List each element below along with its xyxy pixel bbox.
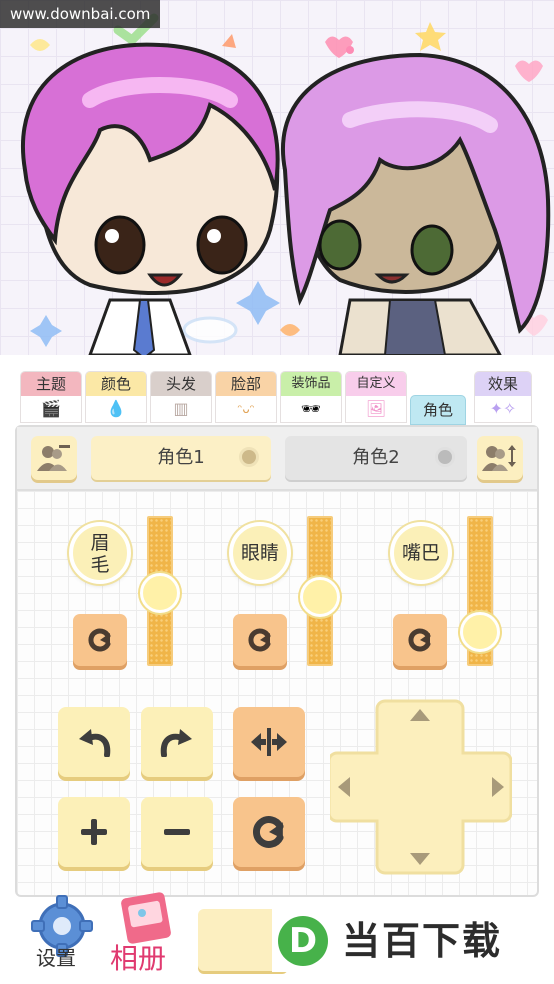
rotate-icon (253, 816, 284, 848)
mouth-label-badge: 嘴巴 (390, 522, 452, 584)
album-button[interactable]: 相册 (108, 891, 188, 979)
tab-color-label: 颜色 (86, 372, 146, 396)
character-selector-bar: 角色1 角色2 (17, 427, 537, 491)
character-1-button[interactable]: 角色1 (91, 436, 271, 480)
plus-icon (81, 819, 107, 845)
eyes-reset-button[interactable] (233, 614, 287, 666)
character-list-button[interactable] (31, 436, 77, 480)
character-1-radio (239, 447, 259, 467)
tab-effects-label: 效果 (475, 372, 531, 396)
character-2-button[interactable]: 角色2 (285, 436, 467, 480)
eyebrow-label-badge: 眉 毛 (69, 522, 131, 584)
divider (0, 355, 554, 369)
character-2-label: 角色2 (352, 447, 400, 468)
undo-arrow-icon (79, 729, 111, 757)
eyebrow-label-line-2: 毛 (90, 554, 110, 576)
character-1-label: 角色1 (157, 447, 205, 468)
clapperboard-icon: 🎬 (41, 399, 61, 418)
tab-theme[interactable]: 主题 🎬 (20, 371, 82, 423)
tab-color[interactable]: 颜色 💧 (85, 371, 147, 423)
eyes-slider-knob[interactable] (300, 577, 340, 617)
eyebrow-label: 眉 毛 (73, 526, 127, 576)
chibi-characters-illustration (21, 13, 551, 355)
tab-custom-label: 自定义 (346, 372, 406, 396)
eyes-label: 眼睛 (240, 542, 279, 564)
character-swap-button[interactable] (477, 436, 523, 480)
minus-icon (164, 829, 190, 835)
tab-character[interactable]: 角色 (410, 395, 466, 425)
character-panel: 角色1 角色2 眉 毛 眼睛 嘴巴 (15, 425, 539, 897)
tab-accessories-label: 装饰品 (281, 372, 341, 396)
tab-effects[interactable]: 效果 ✦✧ (474, 371, 532, 423)
tab-hair[interactable]: 头发 ▥ (150, 371, 212, 423)
mouth-slider-knob[interactable] (460, 612, 500, 652)
eyes-label-badge: 眼睛 (229, 522, 291, 584)
mouth-reset-button[interactable] (393, 614, 447, 666)
tab-custom[interactable]: 自定义 🖼 (345, 371, 407, 423)
direction-pad[interactable] (330, 697, 512, 877)
comb-icon: ▥ (173, 399, 189, 418)
redo-arrow-icon (160, 729, 192, 757)
sunglasses-icon: 🕶 (300, 399, 322, 418)
face-icon: ᵔᴗᵔ (237, 402, 255, 416)
picture-icon: 🖼 (365, 399, 387, 418)
zoom-in-button[interactable] (58, 797, 130, 867)
rotate-icon (408, 628, 431, 652)
category-tabs: 主题 🎬 颜色 💧 头发 ▥ 脸部 ᵔᴗᵔ 装饰品 🕶 自定义 🖼 角色 效果 … (20, 371, 536, 425)
zoom-out-button[interactable] (141, 797, 213, 867)
eyebrow-slider-knob[interactable] (140, 573, 180, 613)
settings-label: 设置 (36, 946, 76, 970)
logo-d-badge: D (278, 916, 328, 966)
character-list-icon (37, 445, 70, 471)
tab-theme-label: 主题 (21, 372, 81, 396)
swap-order-icon (482, 445, 516, 471)
watermark-text: www.downbai.com (0, 0, 161, 28)
mouth-label: 嘴巴 (401, 542, 440, 564)
tab-character-label: 角色 (422, 401, 453, 419)
download-site-logo: D 当百下载 (272, 906, 554, 972)
paint-drop-icon: 💧 (106, 399, 126, 418)
sparkle-icon: ✦✧ (489, 399, 517, 418)
flip-horizontal-icon (251, 728, 287, 756)
character-preview-scene: www.downbai.com (0, 0, 554, 355)
tab-hair-label: 头发 (151, 372, 211, 396)
eyebrow-label-line-1: 眉 (90, 532, 110, 554)
character-2-radio (435, 447, 455, 467)
rotate-icon (88, 628, 111, 652)
logo-text: 当百下载 (342, 919, 503, 963)
album-label: 相册 (110, 942, 167, 975)
rotate-button[interactable] (233, 797, 305, 867)
tab-face-label: 脸部 (216, 372, 276, 396)
settings-button[interactable]: 设置 (24, 894, 100, 978)
eyebrow-reset-button[interactable] (73, 614, 127, 666)
redo-button[interactable] (141, 707, 213, 777)
undo-button[interactable] (58, 707, 130, 777)
rotate-icon (248, 628, 271, 652)
tab-face[interactable]: 脸部 ᵔᴗᵔ (215, 371, 277, 423)
tab-accessories[interactable]: 装饰品 🕶 (280, 371, 342, 423)
flip-button[interactable] (233, 707, 305, 777)
